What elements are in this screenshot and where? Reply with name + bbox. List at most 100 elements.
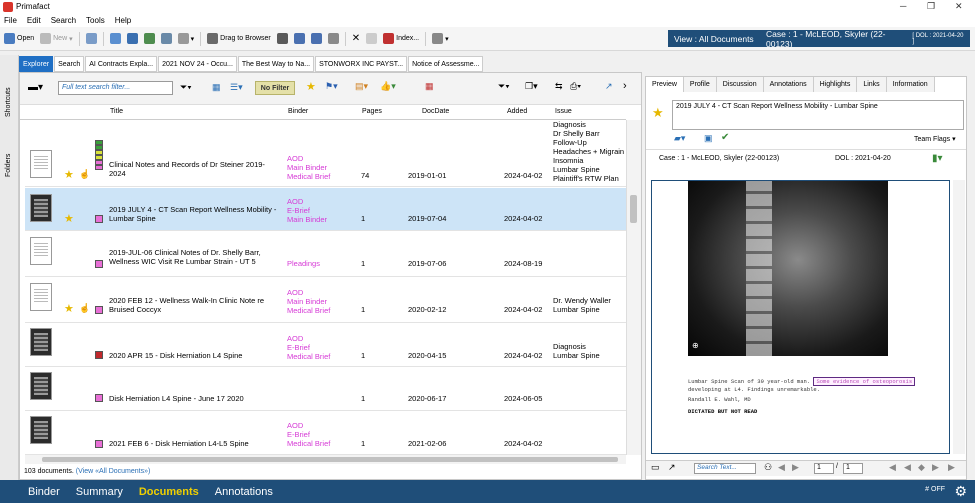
search-text-input[interactable]: Search Text... bbox=[694, 463, 756, 474]
gear-icon[interactable]: ⚙ bbox=[954, 483, 967, 500]
calendar-icon[interactable]: ▦ bbox=[425, 81, 434, 92]
thumbs-up-icon[interactable]: ☝ bbox=[79, 303, 90, 314]
column-title[interactable]: Title bbox=[110, 108, 123, 115]
list-icon[interactable]: ☰▾ bbox=[230, 82, 243, 93]
document-title-field[interactable]: 2019 JULY 4 - CT Scan Report Wellness Mo… bbox=[672, 100, 964, 130]
close-icon[interactable]: ✕ bbox=[955, 1, 963, 12]
full-text-search-input[interactable]: Full text search filter... bbox=[58, 81, 173, 95]
column-issue[interactable]: Issue bbox=[555, 108, 572, 115]
vertical-scroll-thumb[interactable] bbox=[630, 195, 637, 223]
column-pages[interactable]: Pages bbox=[362, 108, 382, 115]
footer-documents[interactable]: Documents bbox=[139, 486, 199, 498]
first-page-icon[interactable]: ◀ bbox=[889, 462, 896, 473]
table-row[interactable]: ★ 2019 JULY 4 - CT Scan Report Wellness … bbox=[25, 188, 626, 231]
folder-icon[interactable]: ▬▾ bbox=[28, 82, 43, 93]
next-page-icon[interactable]: ▶ bbox=[932, 462, 939, 473]
no-filter-button[interactable]: No Filter bbox=[255, 81, 295, 95]
link-icon[interactable] bbox=[366, 33, 378, 44]
filter-icon[interactable]: ⏷▾ bbox=[180, 82, 192, 93]
export-list-icon[interactable]: ⇆ bbox=[555, 81, 563, 92]
filter-button[interactable]: ▾ bbox=[177, 33, 194, 44]
print-icon[interactable] bbox=[160, 33, 172, 44]
minimize-icon[interactable]: ─ bbox=[900, 1, 906, 11]
tab-information[interactable]: Information bbox=[886, 77, 935, 92]
binoculars-icon[interactable]: ⚇ bbox=[764, 462, 772, 473]
thumb-filter-icon[interactable]: 👍▾ bbox=[380, 81, 396, 92]
case-button[interactable]: Case : 1 - McLEOD, Skyler (22-00123) [ D… bbox=[760, 29, 970, 49]
footer-annotations[interactable]: Annotations bbox=[215, 486, 273, 498]
funnel-icon[interactable]: ⏷▾ bbox=[498, 81, 510, 92]
external-link-icon[interactable]: ↗ bbox=[605, 81, 613, 92]
email-icon[interactable] bbox=[109, 33, 121, 44]
footer-binder[interactable]: Binder bbox=[28, 486, 60, 498]
save-icon[interactable] bbox=[126, 33, 138, 44]
prev-match-icon[interactable]: ◀ bbox=[778, 462, 785, 473]
tab-highlights[interactable]: Highlights bbox=[813, 77, 858, 92]
horizontal-scroll-thumb[interactable] bbox=[42, 457, 618, 462]
footer-summary[interactable]: Summary bbox=[76, 486, 123, 498]
frame-icon[interactable]: ▣ bbox=[704, 133, 713, 144]
menu-edit[interactable]: Edit bbox=[27, 16, 41, 25]
zoom-icon[interactable]: ⊕ bbox=[692, 341, 699, 350]
tab-2021-nov-24[interactable]: 2021 NOV 24 - Occu... bbox=[158, 56, 237, 72]
column-binder[interactable]: Binder bbox=[288, 108, 308, 115]
tab-search[interactable]: Search bbox=[54, 56, 85, 72]
table-row[interactable]: 2020 APR 15 - Disk Herniation L4 Spine A… bbox=[25, 324, 626, 367]
export-icon[interactable]: ▰▾ bbox=[674, 133, 685, 144]
view-all-link[interactable]: (View «All Documents») bbox=[76, 468, 151, 475]
printer-icon[interactable]: ⎙▾ bbox=[570, 81, 581, 92]
fit-page-icon[interactable]: ◆ bbox=[918, 462, 925, 473]
tab-ai-contracts[interactable]: AI Contracts Expla... bbox=[85, 56, 158, 72]
thumbs-up-icon[interactable]: ☝ bbox=[79, 169, 90, 180]
tab-links[interactable]: Links bbox=[857, 77, 887, 92]
cut-icon[interactable] bbox=[276, 33, 288, 44]
copy-icon[interactable] bbox=[85, 33, 97, 44]
tab-discussion[interactable]: Discussion bbox=[716, 77, 764, 92]
open-external-icon[interactable]: ↗ bbox=[668, 462, 676, 473]
next-match-icon[interactable]: ▶ bbox=[792, 462, 799, 473]
last-page-icon[interactable]: ▶ bbox=[948, 462, 955, 473]
preview-scrollbar[interactable] bbox=[953, 180, 965, 454]
star-icon[interactable]: ★ bbox=[64, 168, 74, 181]
page-current-input[interactable]: 1 bbox=[814, 463, 834, 474]
restore-icon[interactable]: ❐ bbox=[927, 1, 935, 12]
star-icon[interactable]: ★ bbox=[652, 105, 664, 121]
paste-icon[interactable] bbox=[310, 33, 322, 44]
tag-icon[interactable] bbox=[327, 33, 339, 44]
color-filter-icon[interactable]: ▤▾ bbox=[355, 81, 368, 92]
menu-search[interactable]: Search bbox=[51, 16, 76, 25]
chevron-right-icon[interactable]: › bbox=[623, 80, 627, 92]
display-button[interactable]: ▾ bbox=[432, 33, 449, 44]
open-button[interactable]: Open bbox=[4, 33, 34, 44]
vertical-scrollbar[interactable] bbox=[626, 120, 641, 455]
columns-icon[interactable]: ▦ bbox=[212, 82, 221, 93]
index-button[interactable]: Index... bbox=[383, 33, 419, 44]
tab-annotations[interactable]: Annotations bbox=[763, 77, 814, 92]
column-docdate[interactable]: DocDate bbox=[422, 108, 449, 115]
view-all-documents-button[interactable]: View : All Documents bbox=[668, 30, 760, 47]
copy-list-icon[interactable]: ❐▾ bbox=[525, 81, 538, 92]
table-row[interactable]: 2019-JUL-06 Clinical Notes of Dr. Shelly… bbox=[25, 232, 626, 277]
prev-page-icon[interactable]: ◀ bbox=[904, 462, 911, 473]
table-row[interactable]: ★ ☝ Clinical Notes and Records of Dr Ste… bbox=[25, 120, 626, 187]
folders-tab[interactable]: Folders bbox=[5, 154, 12, 177]
export-icon[interactable] bbox=[143, 33, 155, 44]
star-filter-icon[interactable]: ★ bbox=[306, 80, 316, 93]
drag-to-browser-button[interactable]: Drag to Browser bbox=[207, 33, 271, 44]
star-icon[interactable]: ★ bbox=[64, 302, 74, 315]
tab-stonworx[interactable]: STONWORX INC PAYST... bbox=[315, 56, 408, 72]
menu-help[interactable]: Help bbox=[115, 16, 131, 25]
status-flag-icon[interactable]: ▮▾ bbox=[932, 153, 943, 164]
menu-file[interactable]: File bbox=[4, 16, 17, 25]
tab-profile[interactable]: Profile bbox=[683, 77, 717, 92]
delete-button[interactable]: ✕ bbox=[352, 33, 360, 44]
tab-explorer[interactable]: Explorer bbox=[19, 56, 54, 72]
tab-preview[interactable]: Preview bbox=[646, 77, 684, 92]
duplicate-icon[interactable] bbox=[293, 33, 305, 44]
team-flags-button[interactable]: Team Flags ▾ bbox=[914, 135, 956, 143]
shortcuts-tab[interactable]: Shortcuts bbox=[5, 87, 12, 117]
flag-filter-icon[interactable]: ⚑▾ bbox=[325, 81, 338, 92]
tab-best-way[interactable]: The Best Way to Na... bbox=[237, 56, 315, 72]
tab-notice-assessment[interactable]: Notice of Assessme... bbox=[408, 56, 484, 72]
column-added[interactable]: Added bbox=[507, 108, 527, 115]
